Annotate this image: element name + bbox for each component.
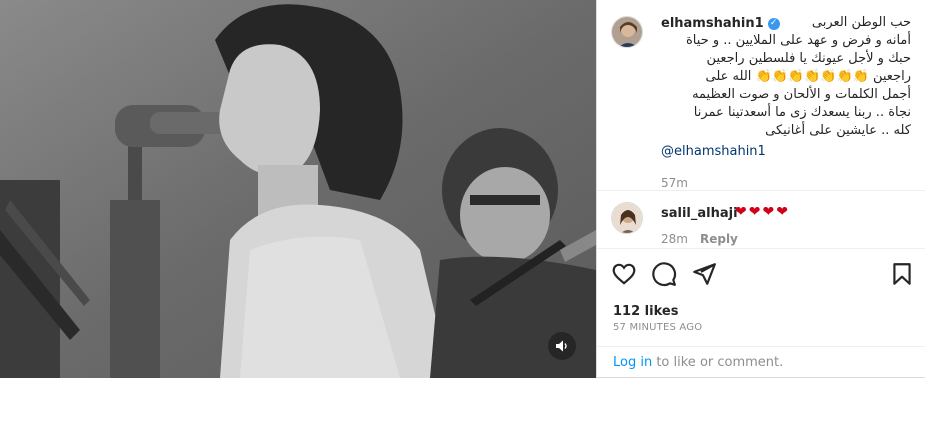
post-video[interactable]	[0, 0, 596, 378]
post-sidebar: elhamshahin1 ✓ حب الوطن العربى أمانه و ف…	[596, 0, 925, 378]
comment-text: ❤ ❤ ❤ ❤	[735, 204, 788, 220]
caption-mention-link[interactable]: @elhamshahin1	[661, 144, 766, 159]
post-timestamp[interactable]: 57 MINUTES AGO	[613, 322, 702, 333]
video-frame-illustration	[0, 0, 596, 378]
heart-emoji: ❤	[776, 204, 788, 220]
commenter-username[interactable]: salil_alhaji	[661, 206, 738, 221]
paper-plane-icon[interactable]	[691, 261, 717, 287]
commenter-avatar[interactable]	[611, 202, 643, 234]
comment-meta: 28m Reply	[661, 232, 738, 246]
bookmark-icon[interactable]	[889, 261, 915, 287]
reply-button[interactable]: Reply	[700, 232, 738, 246]
mute-toggle-button[interactable]	[548, 332, 576, 360]
heart-emoji: ❤	[735, 204, 747, 220]
heart-outline-icon[interactable]	[611, 261, 637, 287]
comments-area: elhamshahin1 ✓ حب الوطن العربى أمانه و ف…	[597, 0, 925, 248]
login-link[interactable]: Log in	[613, 355, 652, 370]
likes-count[interactable]: 112 likes	[613, 304, 678, 319]
comment-timestamp[interactable]: 28m	[661, 232, 688, 246]
caption-text: حب الوطن العربى أمانه و فرض و عهد على ال…	[686, 15, 911, 138]
author-avatar[interactable]	[611, 16, 643, 48]
caption-timestamp[interactable]: 57m	[661, 176, 688, 190]
commenter-avatar-image	[612, 203, 642, 233]
speech-bubble-icon[interactable]	[651, 261, 677, 287]
login-prompt: Log in to like or comment.	[597, 346, 925, 378]
speaker-icon	[556, 340, 567, 352]
heart-emoji: ❤	[748, 204, 761, 220]
instagram-post: elhamshahin1 ✓ حب الوطن العربى أمانه و ف…	[0, 0, 925, 378]
post-actions-bar	[597, 248, 925, 298]
author-avatar-image	[612, 17, 642, 47]
heart-emoji: ❤	[762, 204, 775, 220]
comment-divider	[597, 190, 925, 191]
login-prompt-text: to like or comment.	[652, 355, 784, 370]
